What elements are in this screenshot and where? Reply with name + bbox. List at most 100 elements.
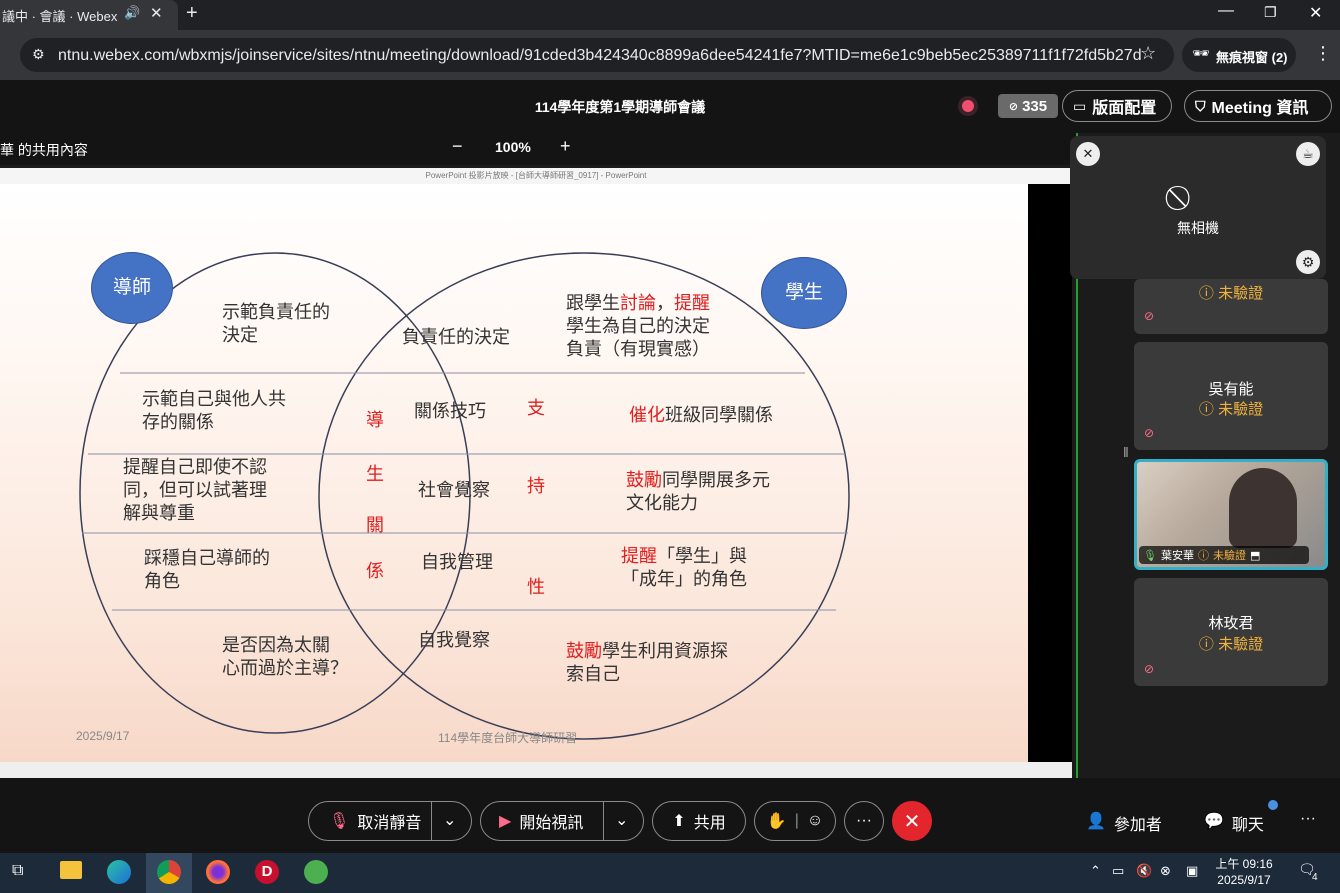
unmute-button[interactable]: 🎙 取消靜音 ⌄: [308, 801, 472, 841]
chevron-down-icon[interactable]: ⌄: [443, 810, 456, 830]
teacher-item: 示範負責任的 決定: [222, 302, 330, 345]
site-settings-icon[interactable]: ⚙: [32, 46, 45, 63]
edge-icon[interactable]: [107, 860, 131, 884]
active-speaker-tile[interactable]: 🎙 葉安華 ⓘ 未驗證 ⬒: [1134, 459, 1328, 570]
slide-margin: [1028, 184, 1072, 762]
more-icon[interactable]: ···: [1300, 810, 1316, 828]
ppt-window-title: PowerPoint 投影片放映 - [台師大導師研習_0917] - Powe…: [0, 168, 1072, 184]
participant-tile[interactable]: 吳有能 ⓘ 未驗證 ⊘: [1134, 342, 1328, 450]
separator: |: [794, 812, 799, 829]
mic-off-icon: ⊘: [1144, 426, 1155, 440]
unverified-label: 未驗證: [1212, 550, 1246, 562]
incognito-badge[interactable]: 🕶 無痕視窗 (2): [1182, 38, 1296, 72]
file-explorer-icon[interactable]: [60, 861, 82, 879]
center-item: 關係技巧: [414, 401, 486, 421]
unverified-label: 未驗證: [1218, 401, 1264, 418]
participant-count-badge[interactable]: ⊘ 335: [998, 94, 1058, 118]
share-button[interactable]: ⬆ 共用: [652, 801, 746, 841]
close-window-icon[interactable]: ✕: [1309, 3, 1322, 23]
mic-off-icon: 🎙: [329, 813, 350, 830]
share-screen-icon: ⬆: [672, 813, 686, 830]
browser-tab-bar: 議中 · 會議 · Webex 🔊 ✕ + — ❐ ✕: [0, 0, 1340, 30]
vertical-char: 性: [527, 577, 545, 597]
slide-footer-date: 2025/9/17: [76, 729, 130, 743]
slide: 導師 學生 示範負責任的 決定 示範自己與他人共 存的關係 提醒自己即使不認 同…: [0, 184, 1028, 762]
network-icon[interactable]: ▭: [1112, 863, 1124, 879]
share-content-label: 華 的共用內容: [0, 142, 88, 158]
windows-taskbar: ⧉ D ⌃ ▭ 🔇 ⊗ ▣ 上午 09:16 2025/9/17 🗨 4: [0, 853, 1340, 893]
vertical-char: 生: [366, 464, 384, 484]
unpin-icon[interactable]: ✕: [1076, 142, 1100, 166]
teacher-item: 踩穩自己導師的 角色: [144, 548, 270, 591]
mic-off-icon: ⊘: [1144, 662, 1155, 676]
person-icon: 👤: [1086, 813, 1106, 830]
bookmark-star-icon[interactable]: ☆: [1140, 43, 1156, 64]
address-bar: ⚙ ntnu.webex.com/wbxmjs/joinservice/site…: [0, 30, 1340, 80]
start-video-button[interactable]: ▶ 開始視訊 ⌄: [480, 801, 644, 841]
task-view-icon[interactable]: ⧉: [12, 862, 23, 880]
minimize-icon[interactable]: —: [1218, 2, 1234, 20]
app-printer-icon[interactable]: [304, 860, 328, 884]
close-icon: ✕: [903, 810, 921, 833]
background-effects-icon[interactable]: ☕: [1296, 142, 1320, 166]
incognito-label: 無痕視窗 (2): [1216, 50, 1288, 65]
panel-resize-handle[interactable]: ‖: [1123, 444, 1129, 460]
speaker-icon[interactable]: 🔊: [124, 5, 140, 21]
participants-button[interactable]: 👤 參加者: [1086, 811, 1162, 835]
raise-hand-icon: ✋: [766, 813, 787, 830]
teacher-item: 是否因為太關 心而過於主導？: [222, 635, 348, 678]
status-x-icon[interactable]: ⊗: [1160, 863, 1171, 879]
zoom-out-button[interactable]: −: [452, 136, 463, 157]
browser-tab[interactable]: 議中 · 會議 · Webex 🔊 ✕: [0, 0, 178, 30]
clipboard-icon[interactable]: ▣: [1186, 863, 1198, 879]
shared-powerpoint-window: PowerPoint 投影片放映 - [台師大導師研習_0917] - Powe…: [0, 168, 1072, 778]
recording-icon[interactable]: [958, 96, 978, 116]
center-item: 負責任的決定: [402, 327, 510, 347]
more-options-button[interactable]: ···: [844, 801, 884, 841]
chrome-icon[interactable]: [157, 860, 181, 884]
meeting-info-button[interactable]: ⛉ Meeting 資訊: [1184, 90, 1332, 122]
clock-time: 上午 09:16: [1215, 857, 1273, 871]
vertical-char: 係: [366, 561, 384, 581]
student-item-text: 學生為自己的決定 負責（有現實感）: [566, 316, 710, 359]
volume-muted-icon[interactable]: 🔇: [1136, 863, 1152, 879]
unverified-icon: ⓘ: [1197, 550, 1209, 562]
tray-chevron-up-icon[interactable]: ⌃: [1090, 863, 1101, 879]
chat-label: 聊天: [1231, 817, 1264, 834]
restore-icon[interactable]: ❐: [1264, 4, 1277, 21]
reactions-button[interactable]: ✋ | ☺: [754, 801, 836, 841]
end-call-button[interactable]: ✕: [892, 801, 932, 841]
participant-tile[interactable]: ⓘ 未驗證 ⊘: [1134, 279, 1328, 334]
participant-name: 林玫君: [1208, 615, 1254, 632]
browser-menu-icon[interactable]: ⋮: [1314, 43, 1332, 64]
separator: [431, 802, 432, 840]
student-item-text: 班級同學關係: [665, 405, 773, 425]
participant-tile[interactable]: 林玫君 ⓘ 未驗證 ⊘: [1134, 578, 1328, 686]
new-tab-icon[interactable]: +: [186, 2, 198, 25]
clock[interactable]: 上午 09:16 2025/9/17: [1212, 856, 1276, 888]
settings-gear-icon[interactable]: ⚙: [1296, 250, 1320, 274]
unverified-label: 未驗證: [1218, 636, 1264, 653]
center-item: 自我覺察: [418, 630, 490, 650]
speaker-video: [1229, 468, 1297, 548]
close-tab-icon[interactable]: ✕: [150, 4, 163, 22]
center-item: 自我管理: [421, 552, 493, 572]
no-camera-label: 無相機: [1177, 220, 1219, 236]
zoom-in-button[interactable]: +: [560, 136, 571, 157]
mic-off-icon: ⊘: [1144, 309, 1155, 323]
app-d-icon[interactable]: D: [255, 860, 279, 884]
student-bubble: 學生: [761, 257, 847, 329]
url-box[interactable]: ⚙ ntnu.webex.com/wbxmjs/joinservice/site…: [20, 38, 1174, 72]
chevron-down-icon[interactable]: ⌄: [615, 810, 628, 830]
student-item-emphasis: 提醒: [621, 546, 657, 566]
speaker-nameplate: 🎙 葉安華 ⓘ 未驗證 ⬒: [1139, 546, 1309, 564]
student-item-text: ，: [656, 293, 674, 313]
url-text[interactable]: ntnu.webex.com/wbxmjs/joinservice/sites/…: [58, 47, 1142, 65]
meeting-header: 114學年度第1學期導師會議 ⊘ 335 ▭ 版面配置 ⛉ Meeting 資訊: [0, 80, 1340, 133]
layout-button[interactable]: ▭ 版面配置: [1062, 90, 1172, 122]
chat-bubble-icon: 💬: [1204, 813, 1224, 830]
firefox-icon[interactable]: [206, 860, 230, 884]
chat-button[interactable]: 💬 聊天: [1204, 811, 1264, 835]
video-off-icon: ▶: [499, 813, 512, 830]
ppt-status-bar: [0, 762, 1072, 778]
